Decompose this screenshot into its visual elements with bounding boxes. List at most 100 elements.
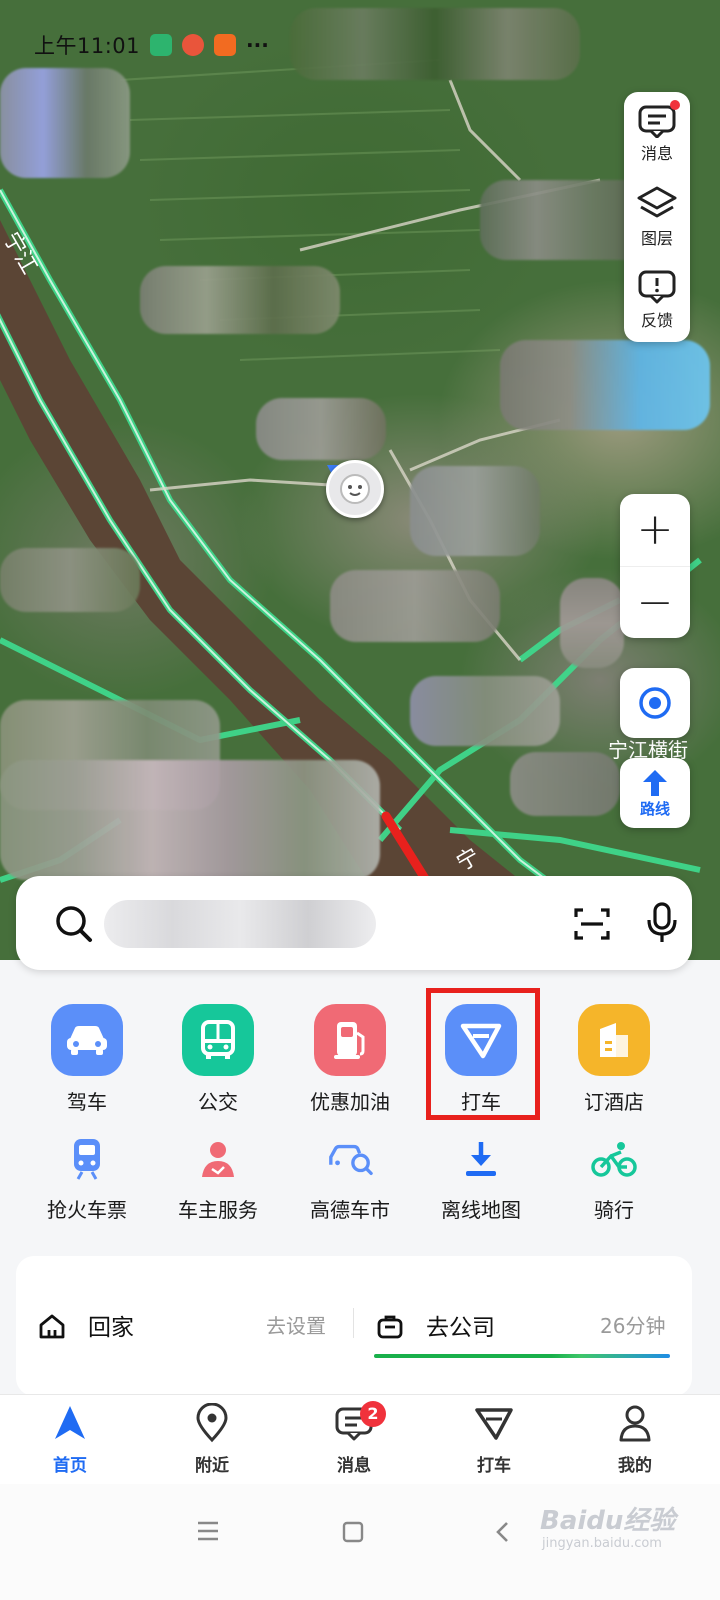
home-system-icon[interactable] [341, 1520, 365, 1544]
search-input[interactable] [104, 900, 376, 948]
hotel-icon [578, 1004, 650, 1076]
user-location-avatar[interactable] [326, 460, 384, 518]
tab-profile[interactable]: 我的 [585, 1403, 685, 1476]
side-layers-button[interactable]: 图层 [624, 175, 690, 258]
blurred-region [410, 466, 540, 556]
app-notification-icon [182, 34, 205, 56]
secondary-action-driver-service[interactable]: 车主服务 [158, 1136, 278, 1223]
highlight-box [426, 988, 540, 1120]
side-messages-label: 消息 [640, 143, 673, 163]
secondary-action-label: 车主服务 [178, 1198, 258, 1222]
tab-label: 首页 [53, 1456, 87, 1476]
map-side-panel: 消息 图层 反馈 [624, 92, 690, 342]
route-label: 路线 [639, 799, 670, 818]
locate-me-button[interactable] [620, 668, 690, 738]
car-market-icon [327, 1136, 373, 1182]
layers-icon [637, 186, 677, 217]
home-nav-icon [55, 1406, 85, 1439]
secondary-action-train[interactable]: 抢火车票 [27, 1136, 147, 1223]
locate-icon [639, 687, 671, 719]
side-messages-button[interactable]: 消息 [624, 92, 690, 175]
home-icon [39, 1314, 65, 1339]
message-badge: 2 [360, 1401, 386, 1427]
scan-icon[interactable] [573, 906, 611, 942]
quick-action-hotel[interactable]: 订酒店 [554, 1004, 674, 1115]
nearby-icon [196, 1402, 228, 1443]
tab-messages[interactable]: 2 消息 [304, 1401, 404, 1476]
notification-dot [670, 100, 680, 110]
secondary-action-label: 骑行 [594, 1198, 634, 1222]
work-eta: 26分钟 [600, 1314, 666, 1338]
back-icon[interactable] [492, 1520, 512, 1544]
bottom-tab-bar: 首页 附近 2 消息 打车 我的 [0, 1394, 720, 1485]
status-bar: 上午11:01 ··· [34, 30, 269, 60]
secondary-action-offline-map[interactable]: 离线地图 [421, 1136, 541, 1223]
blurred-region [0, 760, 380, 880]
blurred-region [410, 676, 560, 746]
blurred-region [0, 68, 130, 178]
watermark: Baidu经验 [540, 1506, 676, 1536]
search-icon [56, 906, 92, 942]
zoom-out-button[interactable]: − [620, 567, 690, 639]
divider [353, 1308, 354, 1338]
status-time: 上午11:01 [34, 34, 141, 58]
blurred-region [0, 548, 140, 612]
route-button[interactable]: 路线 [620, 758, 690, 828]
taxi-tab-icon [475, 1408, 513, 1440]
quick-action-drive[interactable]: 驾车 [27, 1004, 147, 1115]
side-layers-label: 图层 [640, 228, 673, 248]
blurred-region [560, 578, 624, 668]
home-set-button[interactable]: 去设置 [266, 1310, 326, 1339]
tab-label: 我的 [618, 1456, 652, 1476]
quick-action-gas[interactable]: 优惠加油 [290, 1004, 410, 1115]
profile-icon [619, 1405, 651, 1442]
zoom-in-button[interactable]: + [620, 494, 690, 567]
blurred-region [510, 752, 620, 816]
avatar-face-icon [340, 474, 370, 504]
zoom-controls: + − [620, 494, 690, 638]
bus-icon [182, 1004, 254, 1076]
blurred-region [330, 570, 500, 642]
quick-action-label: 驾车 [67, 1090, 107, 1114]
shortcut-card: 回家 去设置 去公司 26分钟 [16, 1256, 692, 1396]
secondary-action-label: 离线地图 [441, 1198, 521, 1222]
tab-label: 打车 [477, 1456, 511, 1476]
secondary-action-label: 高德车市 [310, 1198, 390, 1222]
feedback-icon [638, 270, 676, 303]
quick-action-bus[interactable]: 公交 [158, 1004, 278, 1115]
tab-taxi[interactable]: 打车 [444, 1403, 544, 1476]
briefcase-icon [377, 1315, 403, 1339]
shield-icon [150, 34, 173, 56]
quick-action-label: 优惠加油 [310, 1090, 390, 1114]
secondary-action-car-market[interactable]: 高德车市 [290, 1136, 410, 1223]
microphone-icon[interactable] [646, 902, 678, 944]
home-shortcut[interactable]: 回家 [88, 1308, 134, 1342]
train-icon [64, 1136, 110, 1182]
traffic-bar [374, 1354, 670, 1358]
download-icon [458, 1136, 504, 1182]
secondary-action-label: 抢火车票 [47, 1198, 127, 1222]
quick-action-label: 公交 [198, 1090, 238, 1114]
tab-label: 附近 [195, 1456, 229, 1476]
watermark-url: jingyan.baidu.com [542, 1536, 662, 1551]
car-icon [51, 1004, 123, 1076]
blurred-region [500, 340, 710, 430]
map-view[interactable]: 宁江 宁 宁江横街 上午11:01 ··· 消息 图层 反馈 + − 路线 [0, 0, 720, 1000]
work-shortcut[interactable]: 去公司 [426, 1308, 495, 1342]
more-notifications-icon: ··· [246, 33, 269, 57]
driver-service-icon [195, 1136, 241, 1182]
search-bar[interactable] [16, 876, 692, 970]
menu-icon[interactable] [196, 1520, 220, 1542]
tab-nearby[interactable]: 附近 [162, 1402, 262, 1476]
blurred-region [290, 8, 580, 80]
mi-icon [214, 34, 237, 56]
quick-action-label: 订酒店 [584, 1090, 644, 1114]
gas-station-icon [314, 1004, 386, 1076]
bike-icon [591, 1136, 637, 1182]
side-feedback-button[interactable]: 反馈 [624, 258, 690, 341]
secondary-action-bike[interactable]: 骑行 [554, 1136, 674, 1223]
route-arrow-icon [643, 769, 667, 796]
tab-home[interactable]: 首页 [20, 1403, 120, 1476]
blurred-region [256, 398, 386, 460]
blurred-region [140, 266, 340, 334]
